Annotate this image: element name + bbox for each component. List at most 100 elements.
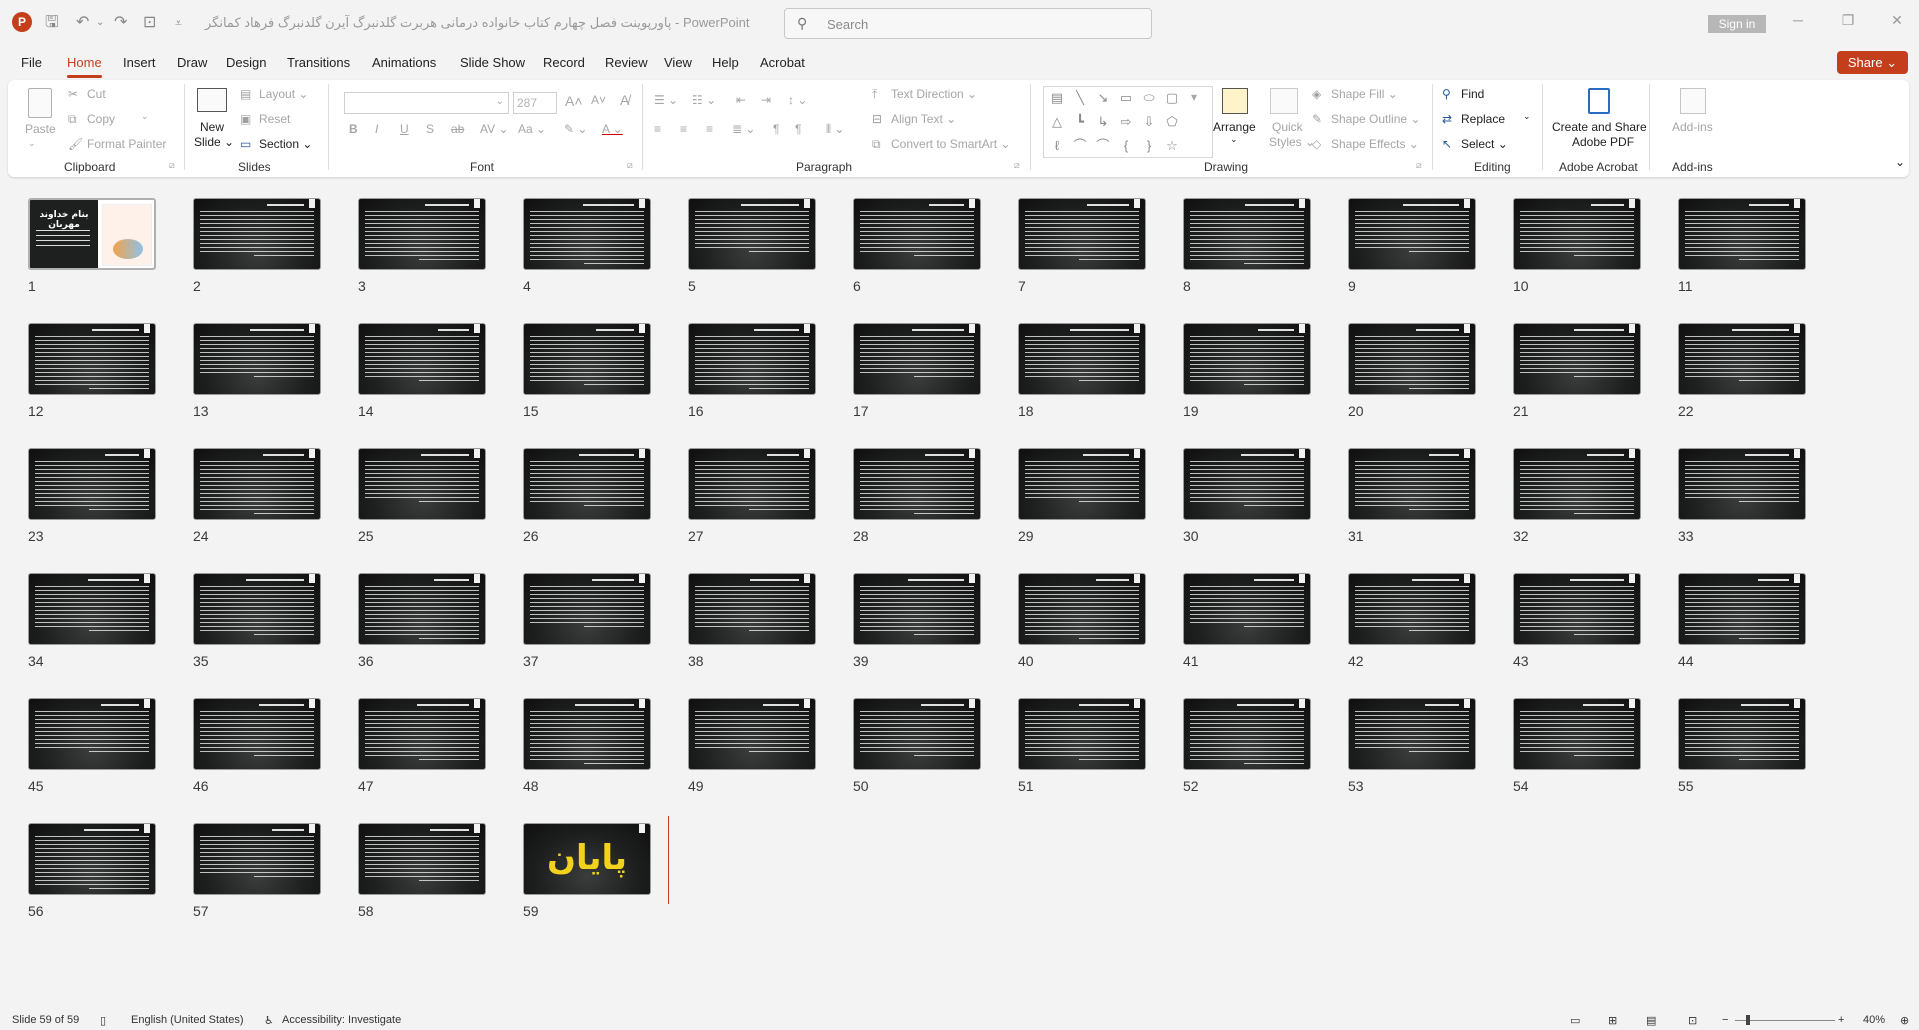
zoom-slider[interactable]: [1735, 1020, 1835, 1021]
slide-thumbnail[interactable]: بنام خداوند مهربان: [28, 198, 156, 270]
reset-button[interactable]: ▣ Reset: [240, 112, 290, 126]
fit-to-window-icon[interactable]: ⊕: [1900, 1014, 1909, 1027]
sign-in-button[interactable]: Sign in: [1708, 15, 1766, 33]
slide-thumbnail[interactable]: پایان: [523, 823, 651, 895]
slide-thumbnail[interactable]: [853, 698, 981, 770]
drawing-launcher-icon[interactable]: ⧄: [1416, 160, 1422, 171]
slide-thumbnail[interactable]: [1348, 698, 1476, 770]
slide-thumbnail[interactable]: [1183, 698, 1311, 770]
format-painter-button[interactable]: 🖌 Format Painter: [68, 137, 166, 151]
rounded-rect-shape-icon[interactable]: ▢: [1163, 91, 1181, 105]
text-direction-button[interactable]: ⤒ Text Direction ⌄: [872, 87, 977, 102]
down-arrow-shape-icon[interactable]: ⇩: [1140, 115, 1158, 129]
right-arrow-shape-icon[interactable]: ⇨: [1117, 115, 1135, 129]
quick-styles-label-2[interactable]: Styles ⌄: [1269, 135, 1315, 149]
select-button[interactable]: ↖ Select ⌄: [1442, 137, 1508, 151]
pentagon-shape-icon[interactable]: ⬠: [1163, 115, 1181, 129]
font-launcher-icon[interactable]: ⧄: [627, 160, 633, 171]
slide-thumbnail[interactable]: [1513, 573, 1641, 645]
slide-thumbnail[interactable]: [523, 698, 651, 770]
normal-view-icon[interactable]: ▭: [1570, 1014, 1580, 1027]
slide-thumbnail[interactable]: [1513, 198, 1641, 270]
undo-dropdown-icon[interactable]: ⌄: [96, 12, 104, 34]
gallery-scroll-icon[interactable]: ▾: [1191, 90, 1197, 104]
slide-thumbnail[interactable]: [688, 698, 816, 770]
autosave-icon[interactable]: 🖫: [45, 12, 59, 34]
slide-thumbnail[interactable]: [1018, 448, 1146, 520]
slide-thumbnail[interactable]: [853, 198, 981, 270]
tab-review[interactable]: Review: [605, 55, 648, 70]
redo-icon[interactable]: ↷: [114, 12, 127, 34]
customize-qat-icon[interactable]: ⩡: [175, 12, 182, 34]
tab-file[interactable]: File: [21, 55, 42, 70]
elbow-arrow-icon[interactable]: ↳: [1094, 115, 1112, 129]
minimize-icon[interactable]: ─: [1788, 12, 1808, 28]
quick-styles-button[interactable]: Quick: [1272, 120, 1303, 134]
slide-thumbnail[interactable]: [358, 198, 486, 270]
notes-icon[interactable]: ▯: [100, 1014, 106, 1027]
replace-dropdown-icon[interactable]: ⌄: [1523, 111, 1531, 122]
slide-thumbnail[interactable]: [523, 573, 651, 645]
copy-button[interactable]: ⧉ Copy: [68, 112, 115, 127]
slide-thumbnail[interactable]: [358, 823, 486, 895]
add-ins-button[interactable]: Add-ins: [1672, 120, 1713, 134]
slide-thumbnail[interactable]: [1678, 448, 1806, 520]
slide-thumbnail[interactable]: [193, 698, 321, 770]
font-size-input[interactable]: 287: [513, 92, 557, 114]
decrease-indent-icon[interactable]: ⇤: [736, 93, 746, 107]
line-shape-icon[interactable]: ╲: [1071, 91, 1089, 105]
tab-insert[interactable]: Insert: [123, 55, 156, 70]
ltr-icon[interactable]: ¶: [773, 122, 779, 136]
tab-draw[interactable]: Draw: [177, 55, 207, 70]
slide-thumbnail[interactable]: [1018, 198, 1146, 270]
align-center-icon[interactable]: ≡: [680, 122, 687, 136]
create-share-pdf-label-2[interactable]: Adobe PDF: [1572, 135, 1634, 149]
slide-thumbnail[interactable]: [1678, 698, 1806, 770]
bold-icon[interactable]: B: [349, 122, 358, 136]
slide-thumbnail[interactable]: [523, 198, 651, 270]
italic-icon[interactable]: I: [375, 122, 378, 136]
collapse-ribbon-icon[interactable]: ⌄: [1895, 155, 1905, 169]
slide-thumbnail[interactable]: [1513, 448, 1641, 520]
oval-shape-icon[interactable]: ⬭: [1140, 91, 1158, 105]
slide-thumbnail[interactable]: [193, 198, 321, 270]
slide-thumbnail[interactable]: [358, 323, 486, 395]
rectangle-shape-icon[interactable]: ▭: [1117, 91, 1135, 105]
slide-thumbnail[interactable]: [1513, 698, 1641, 770]
arrange-dropdown-icon[interactable]: ⌄: [1230, 134, 1238, 145]
slide-thumbnail[interactable]: [688, 573, 816, 645]
slide-thumbnail[interactable]: [1183, 323, 1311, 395]
layout-button[interactable]: ▤ Layout ⌄: [240, 87, 308, 101]
slide-thumbnail[interactable]: [688, 323, 816, 395]
left-brace-icon[interactable]: {: [1117, 139, 1135, 153]
tab-animations[interactable]: Animations: [372, 55, 436, 70]
shape-fill-button[interactable]: ◈ Shape Fill ⌄: [1312, 87, 1398, 101]
search-input[interactable]: ⚲ Search: [784, 8, 1152, 39]
slide-thumbnail[interactable]: [853, 448, 981, 520]
undo-icon[interactable]: ↶: [76, 12, 89, 34]
slide-thumbnail[interactable]: [1348, 323, 1476, 395]
align-left-icon[interactable]: ≡: [654, 122, 661, 136]
slide-thumbnail[interactable]: [358, 698, 486, 770]
slide-thumbnail[interactable]: [1678, 323, 1806, 395]
right-brace-icon[interactable]: }: [1140, 139, 1158, 153]
character-spacing-icon[interactable]: AV ⌄: [480, 122, 509, 136]
increase-font-icon[interactable]: A˄: [565, 93, 583, 109]
slide-thumbnail[interactable]: [688, 198, 816, 270]
slide-thumbnail[interactable]: [28, 698, 156, 770]
share-button[interactable]: Share ⌄: [1837, 51, 1908, 74]
zoom-out-icon[interactable]: −: [1722, 1014, 1728, 1026]
slide-sorter-view-icon[interactable]: ⊞: [1608, 1014, 1617, 1027]
arc-shape-icon[interactable]: ⌒: [1094, 139, 1112, 153]
slide-thumbnail[interactable]: [28, 573, 156, 645]
decrease-font-icon[interactable]: A˅: [591, 93, 606, 107]
elbow-connector-icon[interactable]: ┗: [1071, 115, 1089, 129]
slide-thumbnail[interactable]: [193, 323, 321, 395]
slide-thumbnail[interactable]: [688, 448, 816, 520]
arrange-button[interactable]: Arrange: [1213, 120, 1256, 134]
underline-icon[interactable]: U: [400, 122, 409, 136]
slide-thumbnail[interactable]: [1183, 198, 1311, 270]
accessibility-status[interactable]: Accessibility: Investigate: [282, 1014, 401, 1026]
slide-thumbnail[interactable]: [358, 448, 486, 520]
tab-record[interactable]: Record: [543, 55, 585, 70]
